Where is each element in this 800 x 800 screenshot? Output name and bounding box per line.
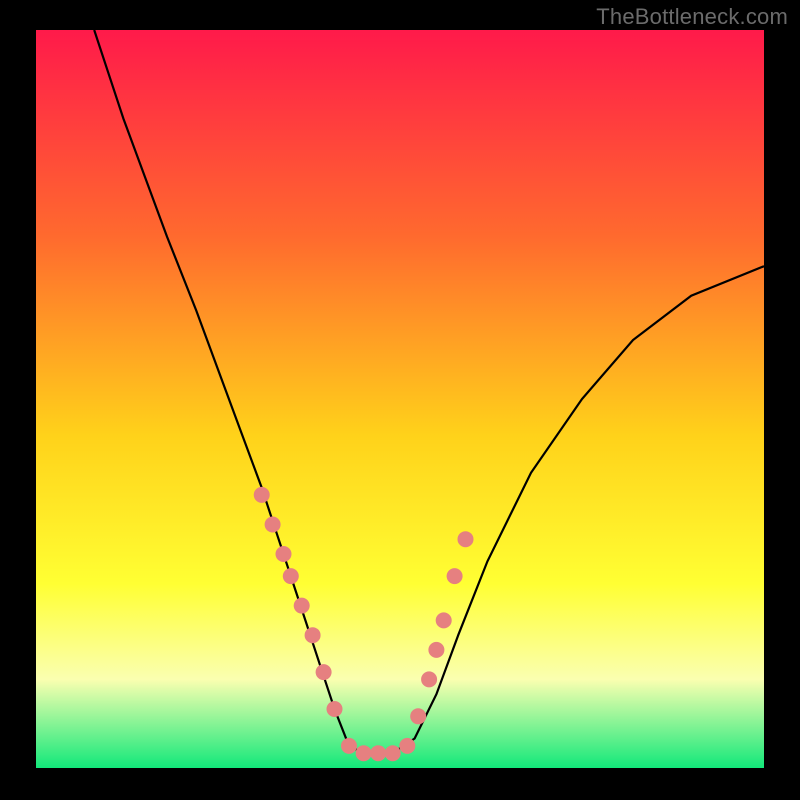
- data-point: [283, 568, 299, 584]
- data-point: [356, 745, 372, 761]
- data-point: [421, 671, 437, 687]
- data-point: [399, 738, 415, 754]
- data-point: [316, 664, 332, 680]
- data-point: [410, 708, 426, 724]
- watermark-text: TheBottleneck.com: [596, 4, 788, 30]
- chart-svg: [0, 0, 800, 800]
- data-point: [276, 546, 292, 562]
- data-point: [428, 642, 444, 658]
- data-point: [341, 738, 357, 754]
- data-point: [305, 627, 321, 643]
- data-point: [294, 598, 310, 614]
- data-point: [458, 531, 474, 547]
- data-point: [327, 701, 343, 717]
- outer-frame: TheBottleneck.com: [0, 0, 800, 800]
- data-point: [447, 568, 463, 584]
- data-point: [265, 517, 281, 533]
- data-point: [385, 745, 401, 761]
- plot-background: [36, 30, 764, 768]
- data-point: [254, 487, 270, 503]
- data-point: [436, 612, 452, 628]
- data-point: [370, 745, 386, 761]
